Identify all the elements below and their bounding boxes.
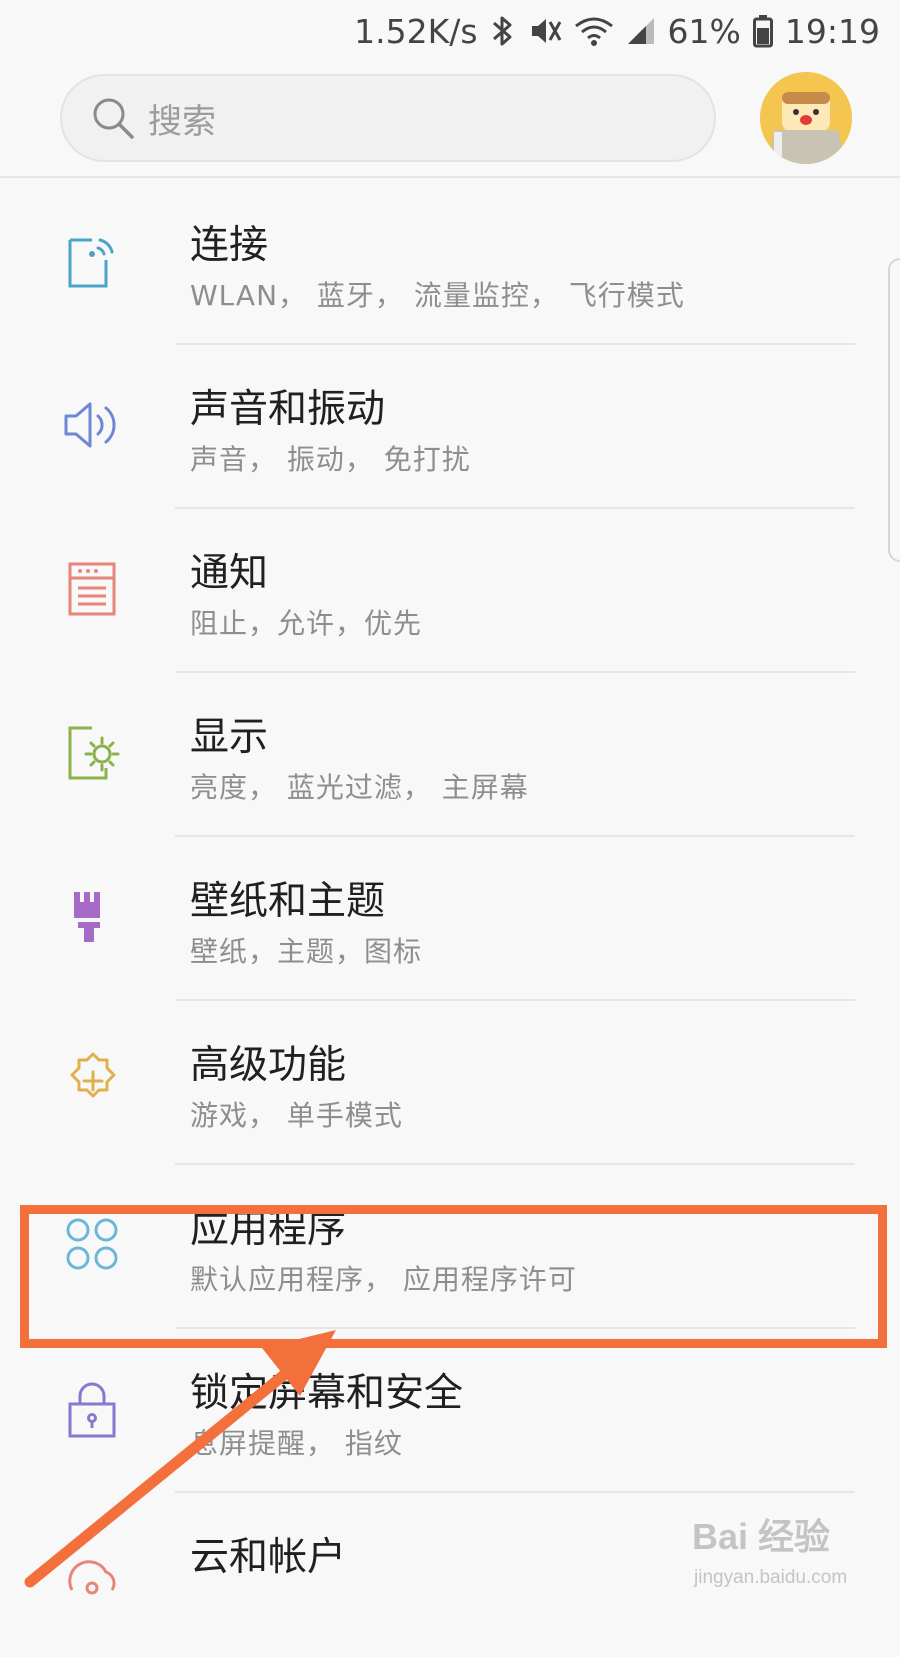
bluetooth-icon <box>490 14 516 48</box>
network-speed: 1.52K/s <box>354 11 478 51</box>
watermark-brand: Bai 经验 <box>692 1516 830 1557</box>
notification-icon <box>62 558 124 620</box>
settings-item-advanced-features[interactable]: 高级功能 游戏， 单手模式 <box>0 998 900 1165</box>
battery-percentage: 61% <box>667 11 741 51</box>
battery-icon <box>752 14 773 48</box>
watermark-url: jingyan.baidu.com <box>693 1567 847 1588</box>
settings-item-notifications[interactable]: 通知 阻止，允许，优先 <box>0 506 900 673</box>
clock: 19:19 <box>784 11 880 51</box>
wifi-icon <box>574 14 614 48</box>
scroll-handle[interactable] <box>888 258 900 562</box>
advanced-gear-icon <box>62 1050 124 1112</box>
settings-item-display[interactable]: 显示 亮度， 蓝光过滤， 主屏幕 <box>0 670 900 837</box>
display-icon <box>62 722 124 784</box>
mute-icon <box>528 14 562 48</box>
settings-item-connections[interactable]: 连接 WLAN， 蓝牙， 流量监控， 飞行模式 <box>0 178 900 345</box>
search-row: 搜索 <box>0 72 900 168</box>
search-icon <box>90 95 136 141</box>
connections-icon <box>62 230 124 292</box>
search-input[interactable]: 搜索 <box>60 74 716 162</box>
settings-item-subtitle: 声音， 振动， 免打扰 <box>190 443 471 476</box>
settings-item-title: 连接 <box>190 223 269 268</box>
settings-item-title: 壁纸和主题 <box>190 879 386 924</box>
brush-icon <box>62 886 124 948</box>
settings-item-wallpaper-themes[interactable]: 壁纸和主题 壁纸，主题，图标 <box>0 834 900 1001</box>
settings-item-subtitle: WLAN， 蓝牙， 流量监控， 飞行模式 <box>190 279 685 312</box>
avatar[interactable] <box>760 72 852 164</box>
settings-item-subtitle: 游戏， 单手模式 <box>190 1099 403 1132</box>
speaker-icon <box>62 394 124 456</box>
signal-icon <box>626 16 656 46</box>
search-placeholder: 搜索 <box>148 101 216 142</box>
settings-item-subtitle: 亮度， 蓝光过滤， 主屏幕 <box>190 771 529 804</box>
annotation-arrow <box>24 1330 336 1588</box>
settings-item-sound[interactable]: 声音和振动 声音， 振动， 免打扰 <box>0 342 900 509</box>
settings-item-subtitle: 壁纸，主题，图标 <box>190 935 423 968</box>
settings-item-subtitle: 阻止，允许，优先 <box>190 607 423 640</box>
settings-item-title: 通知 <box>190 551 269 596</box>
settings-item-title: 显示 <box>190 715 269 760</box>
settings-item-title: 声音和振动 <box>190 387 386 432</box>
status-bar: 1.52K/s 61% 19:19 <box>0 0 900 62</box>
baidu-jingyan-watermark: Bai 经验 jingyan.baidu.com <box>692 1516 847 1588</box>
settings-item-title: 高级功能 <box>190 1043 347 1088</box>
